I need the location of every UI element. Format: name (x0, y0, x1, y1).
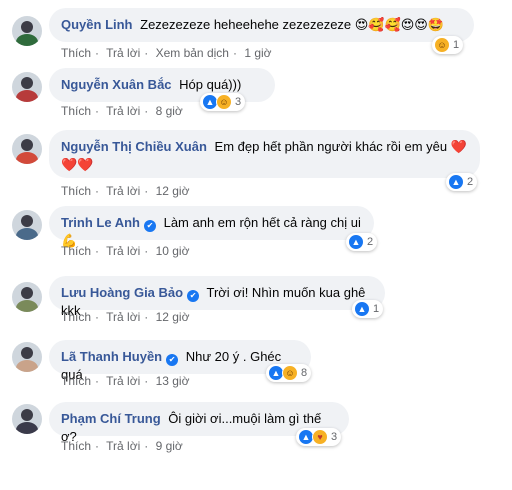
avatar[interactable] (12, 72, 42, 102)
comment-item: Nguyễn Xuân Bắc Hóp quá))) Thích · Trả lờ… (0, 62, 512, 130)
comment-text: Hóp quá))) (179, 77, 242, 92)
comment-bubble: Lưu Hoàng Gia Bảo ✔ Trời ơi! Nhìn muốn ku… (49, 276, 385, 318)
comment-actions: Thích · Trả lời · 12 giờ (61, 184, 190, 198)
reaction-summary[interactable]: ▲ ☺ 3 (200, 93, 246, 111)
reaction-count: 1 (453, 39, 460, 51)
comment-actions: Thích · Trả lời · 10 giờ (61, 244, 190, 258)
comment-actions: Thích · Trả lời · 8 giờ (61, 104, 183, 118)
comment-actions: Thích · Trả lời · 12 giờ (61, 310, 190, 324)
reaction-summary[interactable]: ▲ 2 (446, 173, 478, 191)
comment-text: Zezezezeze heheehehe zezezezeze (140, 17, 352, 32)
comment-item: Trinh Le Anh ✔ Làm anh em rộn hết cả ràng… (0, 200, 512, 268)
reaction-count: 1 (373, 303, 380, 315)
translate-link[interactable]: Xem bản dịch (156, 46, 229, 60)
reply-link[interactable]: Trả lời (106, 310, 140, 324)
like-link[interactable]: Thích (61, 439, 91, 453)
reply-link[interactable]: Trả lời (106, 184, 140, 198)
avatar[interactable] (12, 210, 42, 240)
comment-text-line2: ❤️❤️ (61, 157, 94, 172)
comment-actions: Thích · Trả lời · Xem bản dịch · 1 giờ (61, 46, 272, 60)
haha-icon: ☺ (434, 37, 450, 53)
comment-emoji: 😍🥰🥰😍😍🤩 (354, 17, 445, 32)
timestamp[interactable]: 8 giờ (156, 104, 183, 118)
like-link[interactable]: Thích (61, 46, 91, 60)
comment-actions: Thích · Trả lời · 9 giờ (61, 439, 183, 453)
avatar[interactable] (12, 134, 42, 164)
comment-item: Lưu Hoàng Gia Bảo ✔ Trời ơi! Nhìn muốn ku… (0, 270, 512, 338)
like-link[interactable]: Thích (61, 244, 91, 258)
reaction-summary[interactable]: ▲ ♥ 3 (296, 428, 342, 446)
reaction-count: 2 (467, 176, 474, 188)
like-icon: ▲ (354, 301, 370, 317)
comment-actions: Thích · Trả lời · 13 giờ (61, 374, 190, 388)
timestamp[interactable]: 1 giờ (244, 46, 271, 60)
like-icon: ▲ (348, 234, 364, 250)
avatar[interactable] (12, 16, 42, 46)
reply-link[interactable]: Trả lời (106, 439, 140, 453)
haha-icon: ☺ (216, 94, 232, 110)
comment-bubble: Trinh Le Anh ✔ Làm anh em rộn hết cả ràng… (49, 206, 374, 248)
comment-bubble: Nguyễn Thị Chiều Xuân Em đẹp hết phần ng… (49, 130, 480, 178)
comment-text: Em đẹp hết phần người khác rồi em yêu ❤️ (214, 139, 467, 154)
comment-item: Lã Thanh Huyền ✔ Như 20 ý . Ghéc quá Thíc… (0, 334, 512, 402)
commenter-name[interactable]: Lã Thanh Huyền (61, 349, 162, 364)
timestamp[interactable]: 12 giờ (156, 310, 190, 324)
comment-item: Nguyễn Thị Chiều Xuân Em đẹp hết phần ng… (0, 126, 512, 198)
care-icon: ♥ (312, 429, 328, 445)
comment-bubble: Quyền Linh Zezezezeze heheehehe zezezeze… (49, 8, 474, 42)
reaction-summary[interactable]: ☺ 1 (432, 36, 464, 54)
timestamp[interactable]: 12 giờ (156, 184, 190, 198)
reaction-summary[interactable]: ▲ ☺ 8 (266, 364, 312, 382)
reply-link[interactable]: Trả lời (106, 104, 140, 118)
verified-badge-icon: ✔ (143, 220, 156, 232)
reply-link[interactable]: Trả lời (106, 244, 140, 258)
haha-icon: ☺ (282, 365, 298, 381)
like-icon: ▲ (448, 174, 464, 190)
reaction-summary[interactable]: ▲ 2 (346, 233, 378, 251)
commenter-name[interactable]: Phạm Chí Trung (61, 411, 161, 426)
commenter-name[interactable]: Trinh Le Anh (61, 215, 140, 230)
avatar[interactable] (12, 404, 42, 434)
verified-badge-icon: ✔ (166, 354, 179, 366)
timestamp[interactable]: 13 giờ (156, 374, 190, 388)
avatar[interactable] (12, 342, 42, 372)
reply-link[interactable]: Trả lời (106, 374, 140, 388)
commenter-name[interactable]: Nguyễn Xuân Bắc (61, 77, 172, 92)
reaction-count: 3 (331, 431, 338, 443)
reaction-count: 8 (301, 367, 308, 379)
verified-badge-icon: ✔ (187, 290, 200, 302)
reply-link[interactable]: Trả lời (106, 46, 140, 60)
commenter-name[interactable]: Quyền Linh (61, 17, 133, 32)
reaction-count: 3 (235, 96, 242, 108)
timestamp[interactable]: 9 giờ (156, 439, 183, 453)
commenter-name[interactable]: Lưu Hoàng Gia Bảo (61, 285, 183, 300)
timestamp[interactable]: 10 giờ (156, 244, 190, 258)
reaction-summary[interactable]: ▲ 1 (352, 300, 384, 318)
like-link[interactable]: Thích (61, 184, 91, 198)
like-link[interactable]: Thích (61, 374, 91, 388)
commenter-name[interactable]: Nguyễn Thị Chiều Xuân (61, 139, 207, 154)
avatar[interactable] (12, 282, 42, 312)
reaction-count: 2 (367, 236, 374, 248)
like-link[interactable]: Thích (61, 310, 91, 324)
comment-item: Phạm Chí Trung Ôi giời ơi...muội làm gì … (0, 398, 512, 466)
like-link[interactable]: Thích (61, 104, 91, 118)
